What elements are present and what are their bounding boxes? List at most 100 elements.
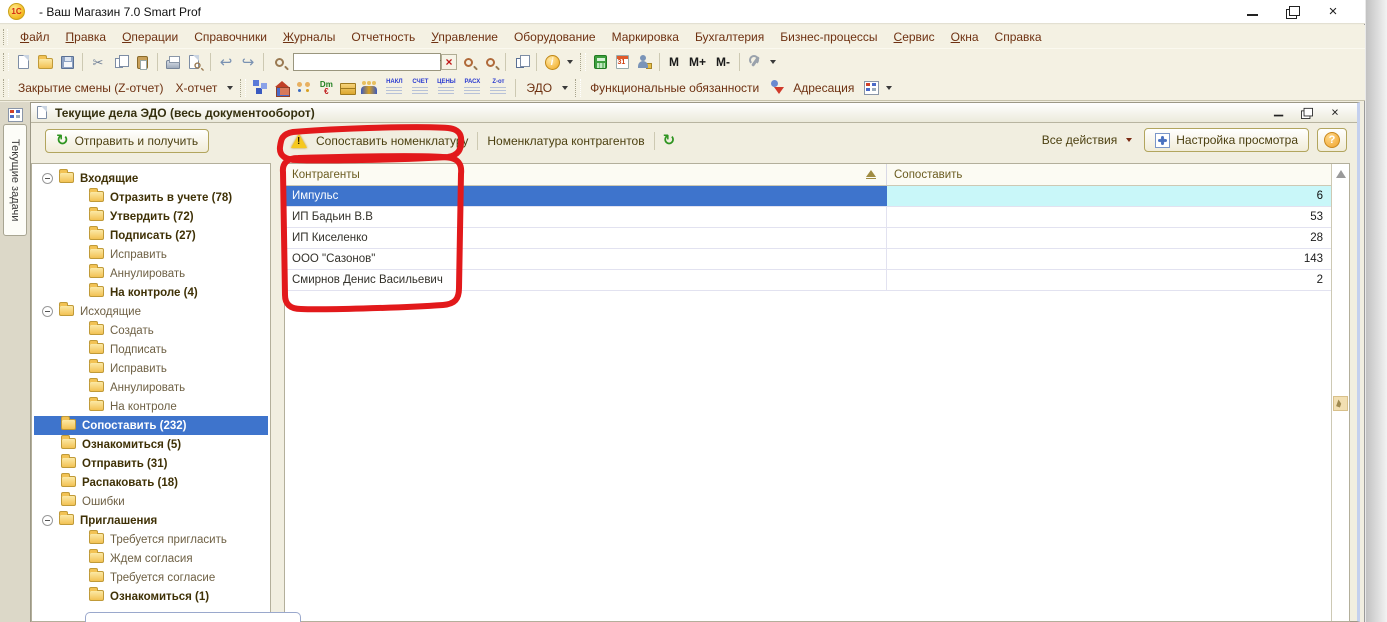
send-and-receive-button[interactable]: ↻ Отправить и получить	[45, 129, 209, 153]
x-report-button[interactable]: Х-отчет	[169, 79, 223, 97]
edo-dropdown-icon[interactable]	[562, 86, 568, 90]
contragent-cell[interactable]: ИП Бадьин В.В	[285, 207, 887, 227]
tree-item-review[interactable]: Ознакомиться (5)	[34, 435, 268, 454]
search-input[interactable]	[294, 55, 436, 69]
open-icon[interactable]	[35, 52, 55, 72]
menu-help[interactable]: Справка	[987, 27, 1050, 47]
menu-reporting[interactable]: Отчетность	[343, 27, 423, 47]
close-shift-button[interactable]: Закрытие смены (Z-отчет)	[12, 79, 169, 97]
user-permissions-icon[interactable]	[634, 52, 654, 72]
scroll-thumb[interactable]	[1333, 396, 1348, 411]
edo-button[interactable]: ЭДО	[520, 79, 558, 97]
menu-file[interactable]: Файл	[12, 27, 58, 47]
table-row[interactable]: ИП Бадьин В.В 53	[285, 207, 1349, 228]
tree-item-need-consent[interactable]: Требуется согласие	[34, 568, 268, 587]
tree-item-outgoing[interactable]: Исходящие	[34, 302, 268, 321]
collapse-icon[interactable]	[42, 306, 53, 317]
map-count-cell[interactable]: 2	[887, 270, 1331, 290]
search-icon[interactable]	[269, 52, 289, 72]
contragent-cell[interactable]: Смирнов Денис Васильевич	[285, 270, 887, 290]
map-count-cell[interactable]: 53	[887, 207, 1331, 227]
memory-m-minus-button[interactable]: M-	[711, 53, 735, 71]
tree-item-annul-out[interactable]: Аннулировать	[34, 378, 268, 397]
tree-item-review-inv[interactable]: Ознакомиться (1)	[34, 587, 268, 606]
tree-item-invitations[interactable]: Приглашения	[34, 511, 268, 530]
menu-business-processes[interactable]: Бизнес-процессы	[772, 27, 885, 47]
tree-item-incoming[interactable]: Входящие	[34, 169, 268, 188]
money-icon[interactable]: Dm€	[316, 78, 336, 98]
functional-duties-button[interactable]: Функциональные обязанности	[584, 79, 765, 97]
memory-m-plus-button[interactable]: M+	[684, 53, 711, 71]
tree-item-fix[interactable]: Исправить	[34, 245, 268, 264]
service-dropdown-icon[interactable]	[770, 60, 776, 64]
table-row[interactable]: ООО "Сазонов" 143	[285, 249, 1349, 270]
windows-icon[interactable]	[511, 52, 531, 72]
map-count-cell[interactable]: 143	[887, 249, 1331, 269]
close-button[interactable]: ×	[1325, 5, 1341, 19]
tree-item-map-selected[interactable]: Сопоставить (232)	[34, 416, 268, 435]
menu-operations[interactable]: Операции	[114, 27, 186, 47]
restore-button[interactable]	[1285, 5, 1301, 19]
menu-service[interactable]: Сервис	[886, 27, 943, 47]
tree-item-unpack[interactable]: Распаковать (18)	[34, 473, 268, 492]
contragent-cell[interactable]: Импульс	[285, 186, 887, 206]
print-icon[interactable]	[163, 52, 183, 72]
service-window-icon[interactable]	[5, 105, 25, 125]
tree-item-fix-out[interactable]: Исправить	[34, 359, 268, 378]
refresh-icon[interactable]: ↻	[659, 134, 680, 148]
cut-icon[interactable]: ✂	[88, 52, 108, 72]
column-header-map[interactable]: Сопоставить	[887, 164, 1331, 185]
tree-item-on-control-out[interactable]: На контроле	[34, 397, 268, 416]
find-next-icon[interactable]	[458, 52, 478, 72]
help-button[interactable]: ?	[1317, 128, 1347, 152]
save-icon[interactable]	[57, 52, 77, 72]
partners-icon[interactable]	[294, 78, 314, 98]
map-count-cell[interactable]: 28	[887, 228, 1331, 248]
z-report-icon[interactable]: Z-от	[486, 79, 510, 96]
calendar-icon[interactable]	[612, 52, 632, 72]
map-nomenclature-button[interactable]: Сопоставить номенклатуру	[311, 132, 473, 150]
view-settings-button[interactable]: Настройка просмотра	[1144, 128, 1309, 152]
clear-search-icon[interactable]: ×	[441, 54, 457, 70]
blocks-icon[interactable]	[250, 78, 270, 98]
addressing-button[interactable]: Адресация	[787, 79, 860, 97]
redo-icon[interactable]: ↪	[238, 52, 258, 72]
prices-icon[interactable]: ЦЕНЫ	[434, 79, 458, 96]
find-previous-icon[interactable]	[480, 52, 500, 72]
contragents-nomenclature-button[interactable]: Номенклатура контрагентов	[482, 132, 649, 150]
menu-catalogs[interactable]: Справочники	[186, 27, 275, 47]
tree-item-sign-out[interactable]: Подписать	[34, 340, 268, 359]
table-row[interactable]: ИП Киселенко 28	[285, 228, 1349, 249]
child-minimize-button[interactable]	[1272, 107, 1286, 119]
box-icon[interactable]	[338, 78, 358, 98]
info-icon[interactable]: i	[542, 52, 562, 72]
menu-journals[interactable]: Журналы	[275, 27, 343, 47]
expense-icon[interactable]: РАСХ	[460, 79, 484, 96]
table-row[interactable]: Смирнов Денис Васильевич 2	[285, 270, 1349, 291]
addressing-icon[interactable]	[861, 78, 881, 98]
tree-item-annul[interactable]: Аннулировать	[34, 264, 268, 283]
waybill-icon[interactable]: НАКЛ	[382, 79, 406, 96]
child-restore-button[interactable]	[1300, 107, 1314, 119]
calculator-icon[interactable]	[590, 52, 610, 72]
tree-item-create[interactable]: Создать	[34, 321, 268, 340]
paste-icon[interactable]	[132, 52, 152, 72]
functional-duties-icon[interactable]	[766, 78, 786, 98]
tree-item-errors[interactable]: Ошибки	[34, 492, 268, 511]
column-header-contragents[interactable]: Контрагенты	[285, 164, 887, 185]
map-count-cell[interactable]: 6	[887, 186, 1331, 206]
invoice-icon[interactable]: СЧЕТ	[408, 79, 432, 96]
scroll-up-icon[interactable]	[1336, 170, 1346, 178]
store-icon[interactable]	[272, 78, 292, 98]
child-close-button[interactable]: ×	[1328, 107, 1342, 119]
memory-m-button[interactable]: M	[664, 53, 684, 71]
minimize-button[interactable]	[1245, 5, 1261, 19]
tree-item-on-control[interactable]: На контроле (4)	[34, 283, 268, 302]
table-row[interactable]: Импульс 6	[285, 186, 1349, 207]
staff-icon[interactable]	[360, 78, 380, 98]
new-document-icon[interactable]	[13, 52, 33, 72]
current-tasks-tab[interactable]: Текущие задачи	[3, 124, 27, 236]
contragent-cell[interactable]: ООО "Сазонов"	[285, 249, 887, 269]
service-settings-icon[interactable]	[745, 52, 765, 72]
menu-equipment[interactable]: Оборудование	[506, 27, 604, 47]
